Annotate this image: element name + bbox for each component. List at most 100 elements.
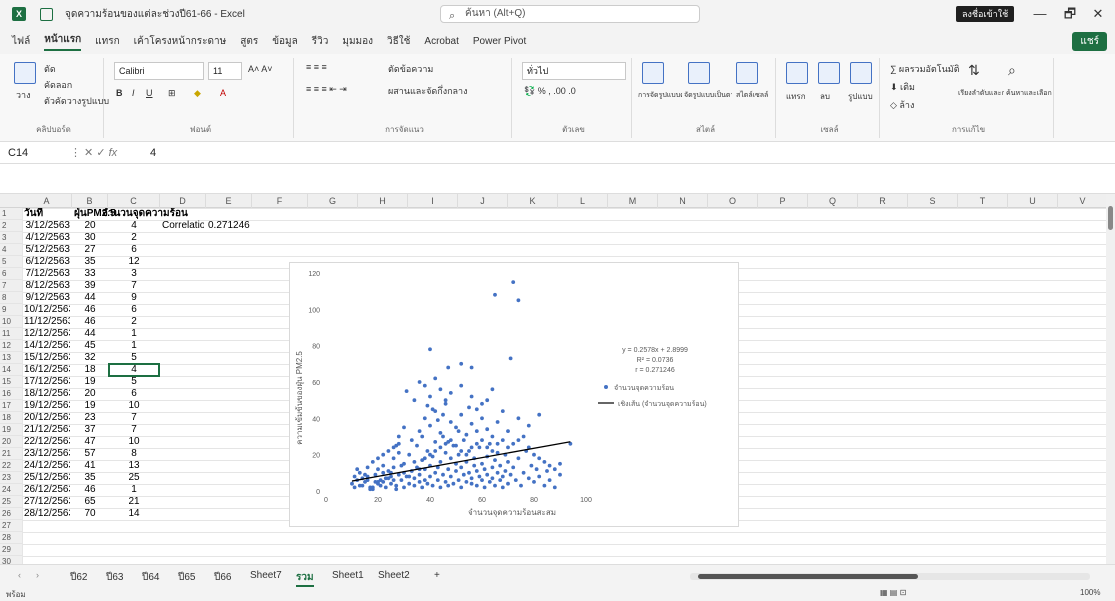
close-button[interactable]: ✕ xyxy=(1088,4,1108,24)
font-color-icon[interactable]: A xyxy=(220,88,226,98)
cell[interactable]: 45 xyxy=(74,340,106,352)
row-header[interactable]: 1 xyxy=(0,208,22,220)
row-header[interactable]: 19 xyxy=(0,424,22,436)
copy-button[interactable]: คัดลอก xyxy=(44,78,72,92)
cell[interactable]: 70 xyxy=(74,508,106,520)
cell[interactable]: 3 xyxy=(110,268,158,280)
column-header[interactable]: M xyxy=(608,194,658,208)
cell[interactable]: 23/12/2563 xyxy=(24,448,70,460)
cell[interactable]: 3/12/2563 xyxy=(24,220,71,232)
clear-button[interactable]: ◇ ล้าง xyxy=(890,98,914,112)
sheet-tab[interactable]: ปี64 xyxy=(142,570,159,585)
column-header[interactable]: A xyxy=(22,194,72,208)
row-header[interactable]: 4 xyxy=(0,244,22,256)
scatter-chart[interactable]: 0 20 40 60 80 100 120 0 20 40 60 80 100 y = 0.2578x … xyxy=(289,262,739,527)
cell[interactable]: 22/12/2563 xyxy=(24,436,70,448)
sheet-tab[interactable]: Sheet7 xyxy=(250,570,282,581)
cell[interactable]: 21/12/2563 xyxy=(24,424,70,436)
paste-icon[interactable] xyxy=(14,62,36,84)
cell[interactable]: Correlation xyxy=(162,220,204,232)
cell[interactable]: 11/12/2563 xyxy=(24,316,70,328)
cut-button[interactable]: ตัด xyxy=(44,62,56,76)
sheet-tab[interactable]: ปี62 xyxy=(70,570,87,585)
cell[interactable]: 1 xyxy=(110,328,158,340)
cell[interactable]: 5 xyxy=(110,376,158,388)
row-header[interactable]: 17 xyxy=(0,400,22,412)
fill-color-icon[interactable]: ◆ xyxy=(194,88,201,99)
cell[interactable]: 41 xyxy=(74,460,106,472)
cell-styles-icon[interactable] xyxy=(736,62,758,84)
percent-icon[interactable]: 💱 % , .00 .0 xyxy=(524,86,576,97)
number-format-select[interactable]: ทั่วไป xyxy=(522,62,626,80)
column-header[interactable]: G xyxy=(308,194,358,208)
column-header[interactable]: T xyxy=(958,194,1008,208)
font-name-select[interactable]: Calibri xyxy=(114,62,204,80)
wrap-text-button[interactable]: ตัดข้อความ xyxy=(388,62,433,76)
row-header[interactable]: 5 xyxy=(0,256,22,268)
sheet-tab[interactable]: Sheet1 xyxy=(332,570,364,581)
row-header[interactable]: 27 xyxy=(0,520,22,532)
column-header[interactable]: C xyxy=(108,194,160,208)
cell[interactable]: 8/12/2563 xyxy=(24,280,71,292)
find-select-button[interactable]: ค้นหาและเลือก xyxy=(1006,88,1052,99)
prev-sheet-icon[interactable]: ‹ xyxy=(18,570,21,580)
row-header[interactable]: 8 xyxy=(0,292,22,304)
cell[interactable]: 6 xyxy=(110,304,158,316)
column-header[interactable]: N xyxy=(658,194,708,208)
row-header[interactable]: 21 xyxy=(0,448,22,460)
cell[interactable]: จำนวนจุดความร้อน xyxy=(102,208,202,220)
row-header[interactable]: 16 xyxy=(0,388,22,400)
cell[interactable]: 8 xyxy=(110,448,158,460)
row-header[interactable]: 23 xyxy=(0,472,22,484)
column-header[interactable]: Q xyxy=(808,194,858,208)
cell[interactable]: 7 xyxy=(110,412,158,424)
italic-icon[interactable]: I xyxy=(132,88,135,98)
column-header[interactable]: O xyxy=(708,194,758,208)
cell[interactable]: 10 xyxy=(110,400,158,412)
row-header[interactable]: 25 xyxy=(0,496,22,508)
row-header[interactable]: 28 xyxy=(0,532,22,544)
sheet-tab[interactable]: ปี63 xyxy=(106,570,123,585)
column-header[interactable]: B xyxy=(72,194,108,208)
row-header[interactable]: 9 xyxy=(0,304,22,316)
cell[interactable]: 19/12/2563 xyxy=(24,400,70,412)
cell[interactable]: 10 xyxy=(110,436,158,448)
cell-styles-button[interactable]: สไตล์เซลล์ xyxy=(736,90,768,101)
column-header[interactable]: H xyxy=(358,194,408,208)
cell[interactable]: 20 xyxy=(74,388,106,400)
column-header[interactable]: D xyxy=(160,194,206,208)
cell[interactable]: 4 xyxy=(110,220,158,232)
tab-file[interactable]: ไฟล์ xyxy=(12,34,30,49)
row-header[interactable]: 11 xyxy=(0,328,22,340)
cell[interactable]: 1 xyxy=(110,340,158,352)
row-header[interactable]: 24 xyxy=(0,484,22,496)
column-header[interactable]: E xyxy=(206,194,252,208)
sheet-tab[interactable]: Sheet2 xyxy=(378,570,410,581)
next-sheet-icon[interactable]: › xyxy=(36,570,39,580)
find-select-icon[interactable]: ⌕ xyxy=(1008,62,1016,79)
cell[interactable]: วันที่ xyxy=(24,208,70,220)
cell[interactable]: 2 xyxy=(110,316,158,328)
format-table-button[interactable]: จัดรูปแบบเป็นตาราง xyxy=(684,90,732,101)
cell[interactable]: 44 xyxy=(74,328,106,340)
cell[interactable]: 18 xyxy=(74,364,106,376)
cell[interactable]: 33 xyxy=(74,268,106,280)
cell[interactable]: 35 xyxy=(74,256,106,268)
format-cells-button[interactable]: รูปแบบ xyxy=(848,90,873,103)
grow-font-icon[interactable]: A˄ A˅ xyxy=(248,64,273,74)
cell[interactable]: 20/12/2563 xyxy=(24,412,70,424)
font-size-select[interactable]: 11 xyxy=(208,62,242,80)
tab-data[interactable]: ข้อมูล xyxy=(272,34,298,49)
cell[interactable]: 13 xyxy=(110,460,158,472)
cell[interactable]: 44 xyxy=(74,292,106,304)
cell[interactable]: 26/12/2563 xyxy=(24,484,70,496)
cell[interactable]: 35 xyxy=(74,472,106,484)
cell[interactable]: 1 xyxy=(110,484,158,496)
cell[interactable]: 9/12/2563 xyxy=(24,292,71,304)
cell[interactable]: 25 xyxy=(110,472,158,484)
cell[interactable]: 17/12/2563 xyxy=(24,376,70,388)
share-button[interactable]: แชร์ xyxy=(1072,32,1107,51)
cell[interactable]: 10/12/2563 xyxy=(24,304,70,316)
insert-cells-icon[interactable] xyxy=(786,62,808,84)
cell[interactable]: 18/12/2563 xyxy=(24,388,70,400)
